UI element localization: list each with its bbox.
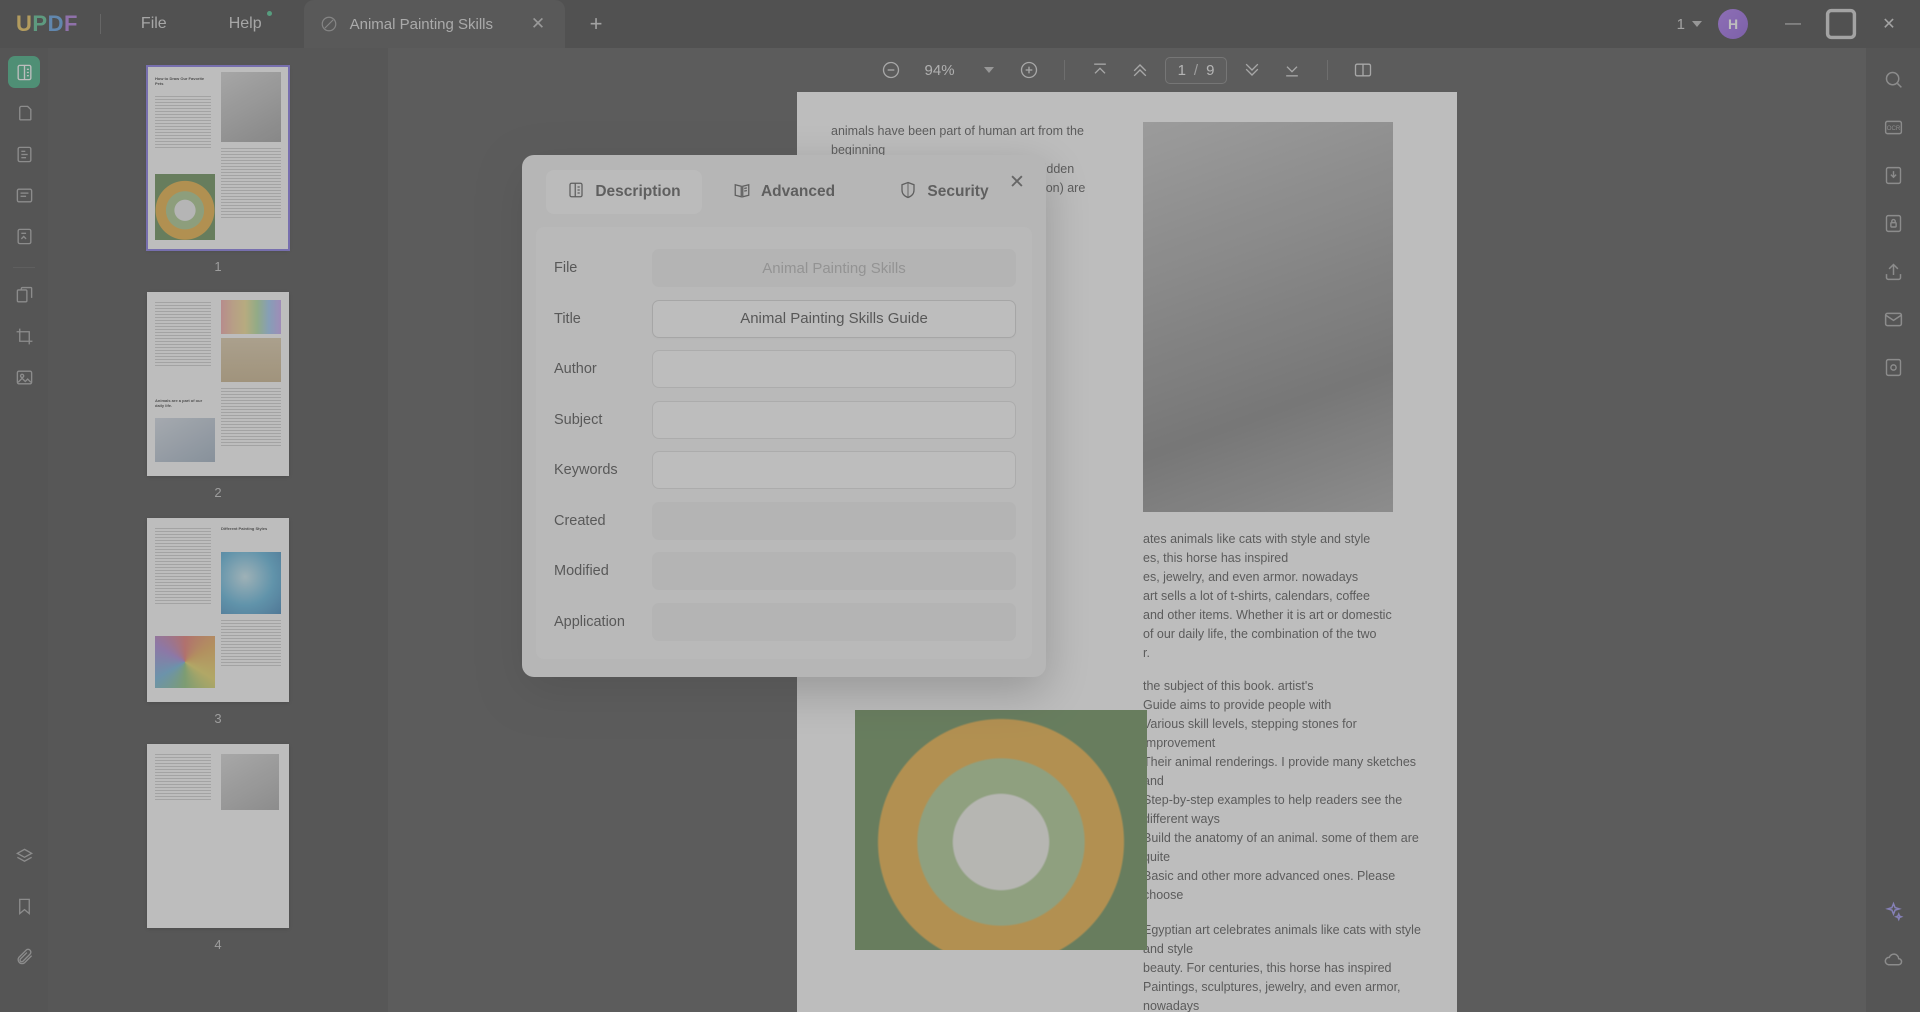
modal-overlay[interactable] (0, 0, 1920, 1012)
updf-application-window: U P D F File Help Animal Painting Skills… (0, 0, 1920, 1012)
